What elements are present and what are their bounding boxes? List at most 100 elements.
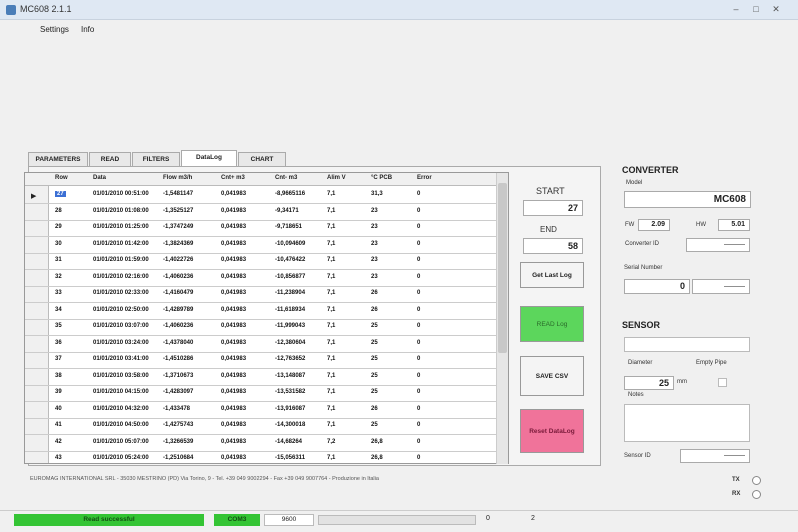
cell-flow[interactable]: -1,3710673 — [163, 373, 193, 379]
table-row[interactable]: 40 01/01/2010 04:32:00 -1,433478 0,041983 -1… — [25, 401, 508, 419]
cell-data[interactable]: 01/01/2010 02:16:00 — [93, 274, 149, 280]
cell-cnt-plus[interactable]: 0,041983 — [221, 290, 246, 296]
cell-data[interactable]: 01/01/2010 04:32:00 — [93, 406, 149, 412]
cell-alim[interactable]: 7,1 — [327, 208, 335, 214]
cell-data[interactable]: 01/01/2010 02:50:00 — [93, 307, 149, 313]
cell-cnt-minus[interactable]: -15,056311 — [275, 455, 305, 461]
save-csv-button[interactable]: SAVE CSV — [520, 356, 584, 396]
cell-error[interactable]: 0 — [417, 373, 420, 379]
cell-cnt-minus[interactable]: -11,618934 — [275, 307, 305, 313]
serial-number-field[interactable]: 0 — [624, 279, 690, 294]
cell-flow[interactable]: -1,4160479 — [163, 290, 193, 296]
cell-temp[interactable]: 23 — [371, 224, 378, 230]
col-cnt-plus[interactable]: Cnt+ m3 — [221, 175, 245, 181]
cell-alim[interactable]: 7,1 — [327, 191, 335, 197]
table-row[interactable]: 27 01/01/2010 00:51:00 -1,5481147 0,041983 -… — [25, 186, 508, 204]
cell-flow[interactable]: -1,4378040 — [163, 340, 193, 346]
cell-row[interactable]: 43 — [55, 455, 62, 461]
cell-flow[interactable]: -1,5481147 — [163, 191, 193, 197]
cell-error[interactable]: 0 — [417, 340, 420, 346]
cell-cnt-minus[interactable]: -12,763652 — [275, 356, 305, 362]
cell-alim[interactable]: 7,1 — [327, 274, 335, 280]
cell-cnt-minus[interactable]: -10,856877 — [275, 274, 305, 280]
cell-alim[interactable]: 7,1 — [327, 455, 335, 461]
cell-row[interactable]: 38 — [55, 373, 62, 379]
cell-data[interactable]: 01/01/2010 04:50:00 — [93, 422, 149, 428]
col-flow[interactable]: Flow m3/h — [163, 175, 192, 181]
cell-row[interactable]: 35 — [55, 323, 62, 329]
read-log-button[interactable]: READ Log — [520, 306, 584, 342]
cell-temp[interactable]: 26 — [371, 290, 378, 296]
cell-alim[interactable]: 7,1 — [327, 290, 335, 296]
tab-read[interactable]: READ — [89, 152, 131, 166]
cell-flow[interactable]: -1,2510684 — [163, 455, 193, 461]
cell-alim[interactable]: 7,1 — [327, 241, 335, 247]
cell-flow[interactable]: -1,3525127 — [163, 208, 193, 214]
cell-error[interactable]: 0 — [417, 241, 420, 247]
menu-info[interactable]: Info — [81, 25, 94, 34]
cell-alim[interactable]: 7,1 — [327, 257, 335, 263]
cell-row[interactable]: 39 — [55, 389, 62, 395]
cell-error[interactable]: 0 — [417, 323, 420, 329]
cell-cnt-plus[interactable]: 0,041983 — [221, 439, 246, 445]
cell-temp[interactable]: 26 — [371, 406, 378, 412]
cell-error[interactable]: 0 — [417, 224, 420, 230]
cell-row[interactable]: 41 — [55, 422, 62, 428]
cell-temp[interactable]: 23 — [371, 241, 378, 247]
col-row[interactable]: Row — [55, 175, 68, 181]
tab-parameters[interactable]: PARAMETERS — [28, 152, 88, 166]
cell-cnt-minus[interactable]: -10,094609 — [275, 241, 305, 247]
cell-row[interactable]: 42 — [55, 439, 62, 445]
col-data[interactable]: Data — [93, 175, 106, 181]
cell-flow[interactable]: -1,4283097 — [163, 389, 193, 395]
cell-flow[interactable]: -1,4510286 — [163, 356, 193, 362]
table-row[interactable]: 33 01/01/2010 02:33:00 -1,4160479 0,041983 -… — [25, 285, 508, 303]
cell-cnt-minus[interactable]: -10,476422 — [275, 257, 305, 263]
cell-cnt-plus[interactable]: 0,041983 — [221, 373, 246, 379]
cell-cnt-minus[interactable]: -9,34171 — [275, 208, 299, 214]
cell-row[interactable]: 34 — [55, 307, 62, 313]
reset-datalog-button[interactable]: Reset DataLog — [520, 409, 584, 453]
cell-flow[interactable]: -1,3747249 — [163, 224, 193, 230]
cell-alim[interactable]: 7,1 — [327, 307, 335, 313]
cell-cnt-plus[interactable]: 0,041983 — [221, 340, 246, 346]
tab-filters[interactable]: FILTERS — [132, 152, 180, 166]
cell-flow[interactable]: -1,4289789 — [163, 307, 193, 313]
cell-cnt-plus[interactable]: 0,041983 — [221, 224, 246, 230]
cell-temp[interactable]: 25 — [371, 356, 378, 362]
sensor-name-field[interactable] — [624, 337, 750, 352]
cell-cnt-minus[interactable]: -14,68264 — [275, 439, 302, 445]
cell-flow[interactable]: -1,4022726 — [163, 257, 193, 263]
cell-cnt-plus[interactable]: 0,041983 — [221, 208, 246, 214]
table-row[interactable]: 34 01/01/2010 02:50:00 -1,4289789 0,041983 -… — [25, 302, 508, 320]
cell-error[interactable]: 0 — [417, 191, 420, 197]
cell-data[interactable]: 01/01/2010 05:07:00 — [93, 439, 149, 445]
cell-row[interactable]: 27 — [55, 191, 66, 197]
cell-cnt-minus[interactable]: -13,531582 — [275, 389, 305, 395]
cell-data[interactable]: 01/01/2010 01:08:00 — [93, 208, 149, 214]
table-scrollbar[interactable] — [496, 173, 508, 464]
cell-error[interactable]: 0 — [417, 257, 420, 263]
cell-temp[interactable]: 25 — [371, 373, 378, 379]
cell-data[interactable]: 01/01/2010 02:33:00 — [93, 290, 149, 296]
cell-error[interactable]: 0 — [417, 356, 420, 362]
maximize-button[interactable]: □ — [748, 3, 764, 16]
cell-temp[interactable]: 25 — [371, 340, 378, 346]
cell-cnt-plus[interactable]: 0,041983 — [221, 389, 246, 395]
cell-cnt-plus[interactable]: 0,041983 — [221, 455, 246, 461]
scrollbar-thumb[interactable] — [498, 183, 507, 353]
cell-temp[interactable]: 25 — [371, 323, 378, 329]
empty-pipe-checkbox[interactable] — [718, 378, 727, 387]
cell-cnt-plus[interactable]: 0,041983 — [221, 257, 246, 263]
cell-row[interactable]: 29 — [55, 224, 62, 230]
table-row[interactable]: 31 01/01/2010 01:59:00 -1,4022726 0,041983 -… — [25, 252, 508, 270]
cell-data[interactable]: 01/01/2010 03:58:00 — [93, 373, 149, 379]
table-row[interactable]: 30 01/01/2010 01:42:00 -1,3824369 0,041983 -… — [25, 236, 508, 254]
model-field[interactable]: MC608 — [624, 191, 751, 208]
start-input[interactable]: 27 — [523, 200, 583, 216]
datalog-table[interactable]: Row Data Flow m3/h Cnt+ m3 Cnt- m3 Alim … — [24, 172, 509, 464]
cell-cnt-minus[interactable]: -14,300018 — [275, 422, 305, 428]
table-row[interactable]: 35 01/01/2010 03:07:00 -1,4060236 0,041983 -… — [25, 318, 508, 336]
cell-row[interactable]: 30 — [55, 241, 62, 247]
cell-row[interactable]: 36 — [55, 340, 62, 346]
